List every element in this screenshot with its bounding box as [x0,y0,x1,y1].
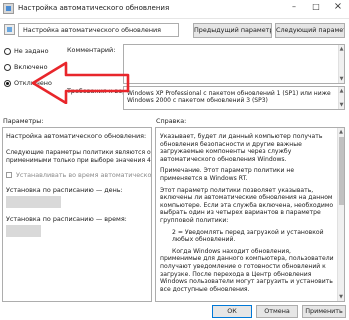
help-paragraph: Этот параметр политики позволяет указыва… [160,186,334,224]
help-panel: Указывает, будет ли данный компьютер пол… [155,127,345,302]
help-paragraph: 2 = Уведомлять перед загрузкой и установ… [172,228,324,244]
supported-line: Windows 2000 с пакетом обновлений 3 (SP3… [127,97,268,104]
scroll-down-icon[interactable]: ▼ [339,101,344,109]
radio-circle[interactable] [4,80,11,87]
radio-circle[interactable] [4,64,11,71]
window-title: Настройка автоматического обновления [18,4,170,12]
help-paragraph: Указывает, будет ли данный компьютер пол… [160,133,323,163]
radio-label: Не задано [14,47,49,55]
title-divider [0,18,349,19]
scroll-up-icon[interactable]: ▲ [338,128,344,136]
help-section-label: Справка: [156,117,187,125]
help-paragraph: Примечание. Этот параметр политики не пр… [160,167,295,182]
schedule-day-select[interactable] [6,196,61,208]
help-scrollbar[interactable]: ▲ ▼ [337,128,344,301]
radio-circle[interactable] [4,48,11,55]
cancel-button[interactable]: Отмена [256,305,298,318]
scroll-up-icon[interactable]: ▲ [339,45,344,53]
options-note-line: применимыми только при выборе значения 4… [6,157,152,164]
maximize-button[interactable]: □ [306,0,326,14]
apply-button[interactable]: Применить [302,305,346,318]
checkbox-label: Устанавливать во время автоматического о… [16,171,152,179]
policy-name-field: Настройка автоматического обновления [18,23,179,37]
scroll-up-icon[interactable]: ▲ [339,87,344,95]
schedule-time-label: Установка по расписанию — время: [6,215,127,223]
supported-scrollbar[interactable]: ▲ ▼ [338,87,344,109]
comment-scrollbar[interactable]: ▲ ▼ [338,45,344,83]
options-section-label: Параметры: [3,117,44,125]
help-paragraph: Когда Windows находит обновления, примен… [160,247,334,293]
scroll-thumb[interactable] [339,137,344,205]
scroll-down-icon[interactable]: ▼ [338,293,344,301]
schedule-day-label: Установка по расписанию — день: [6,186,123,194]
minimize-button[interactable]: – [284,0,304,14]
options-panel: Настройка автоматического обновления: Сл… [2,127,152,302]
policy-icon [4,24,15,35]
supported-line: Windows XP Professional с пакетом обновл… [127,90,331,97]
options-note-line: Следующие параметры политики являются об… [6,149,151,156]
scroll-down-icon[interactable]: ▼ [339,75,344,83]
close-button[interactable]: × [328,0,348,14]
options-heading: Настройка автоматического обновления: [6,132,147,140]
next-setting-button[interactable]: Следующий параметр [275,23,345,38]
comment-textarea[interactable] [123,44,345,84]
comment-label: Комментарий: [67,46,116,54]
schedule-time-select[interactable] [6,225,41,237]
install-during-maintenance-checkbox[interactable] [6,172,12,178]
ok-button[interactable]: ОК [212,305,252,318]
app-icon [3,3,14,14]
red-arrow-annotation [31,61,130,104]
supported-on-field: Windows XP Professional с пакетом обновл… [123,86,345,110]
previous-setting-button[interactable]: Предыдущий параметр [193,23,272,38]
